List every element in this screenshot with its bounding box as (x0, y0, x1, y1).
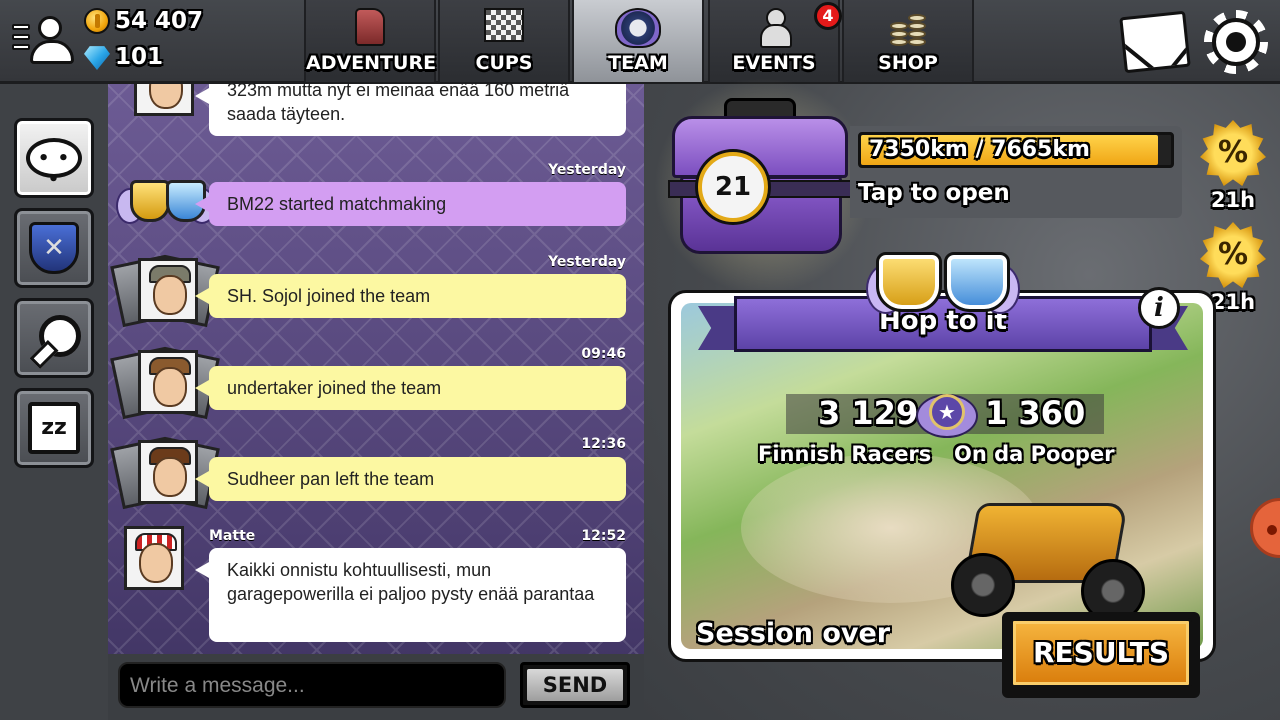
chest-progress-bar: 7350km / 7665km (858, 132, 1174, 168)
tab-label: EVENTS (732, 52, 816, 74)
coin-icon (84, 8, 110, 34)
tab-cups[interactable]: CUPS (438, 0, 570, 82)
boost-time: 21h (1210, 188, 1256, 212)
chat-message: undertaker joined the team (195, 366, 626, 410)
tab-shop[interactable]: SHOP (842, 0, 974, 82)
team-shield-icon (29, 222, 79, 274)
chat-bubble-icon (26, 138, 82, 190)
message-time: Yesterday (548, 162, 626, 178)
versus-medal-icon: ★ (916, 390, 978, 440)
checkered-flags-icon (484, 8, 524, 42)
team-chest[interactable]: 21 (638, 76, 888, 296)
sleep-zz-icon: zz (28, 402, 80, 454)
progress-text: 7350km / 7665km (869, 137, 1090, 162)
message-time: 12:36 (581, 436, 626, 452)
mail-icon[interactable] (1119, 10, 1191, 74)
message-time: 09:46 (581, 346, 626, 362)
search-button[interactable] (14, 298, 94, 378)
send-button[interactable]: SEND (520, 662, 630, 708)
message-text: Kaikki onnistu kohtuullisesti, mun garag… (227, 560, 595, 604)
top-bar: 54 407 101 ADVENTURE CUPS TEAM 4 EVENTS … (0, 0, 1280, 84)
coin-amount: 54 407 (115, 8, 204, 34)
chest-level: 21 (698, 152, 768, 222)
team-name-right: On da Pooper (954, 442, 1115, 466)
tap-to-open-label: Tap to open (858, 180, 1010, 206)
chat-message: SH. Sojol joined the team (195, 274, 626, 318)
session-status: Session over (696, 618, 891, 649)
tab-label: TEAM (608, 52, 668, 74)
profile-menu-icon[interactable] (8, 10, 78, 74)
team-emblem-icon (615, 8, 661, 48)
chat-message: Sudheer pan left the team (195, 457, 626, 501)
tab-team[interactable]: TEAM (572, 0, 704, 82)
sleep-button[interactable]: zz (14, 388, 94, 468)
percent-boost-icon: % (1200, 222, 1266, 288)
message-text: Sudheer pan left the team (227, 469, 435, 489)
team-score-right: 1 360 (985, 394, 1086, 432)
magnifier-icon (29, 313, 81, 363)
tab-events[interactable]: 4 EVENTS (708, 0, 842, 82)
chat-message: 323m mutta nyt ei meinaa enää 160 metriä… (195, 84, 626, 136)
tab-label: ADVENTURE (306, 52, 437, 74)
chat-button[interactable] (14, 118, 94, 198)
gear-icon[interactable] (1200, 8, 1274, 78)
tab-adventure[interactable]: ADVENTURE (304, 0, 436, 82)
percent-boost-icon: % (1200, 120, 1266, 186)
message-input[interactable]: Write a message... (118, 662, 506, 708)
results-button[interactable]: RESULTS (1002, 612, 1200, 698)
gem-amount: 101 (115, 44, 164, 70)
gem-icon (84, 46, 110, 70)
message-text: 323m mutta nyt ei meinaa enää 160 metriä… (227, 84, 570, 124)
info-button[interactable]: i (1138, 287, 1180, 329)
events-people-icon (760, 8, 792, 48)
coin-stacks-icon (886, 8, 930, 50)
fuel-canister-icon (355, 8, 385, 46)
send-label: SEND (527, 669, 623, 701)
notification-badge: 4 (814, 2, 842, 30)
chat-input-bar: Write a message... SEND (108, 654, 644, 720)
team-score-left: 3 129 (818, 394, 919, 432)
gem-counter: 101 (84, 44, 163, 70)
results-label: RESULTS (1010, 618, 1192, 688)
message-text: undertaker joined the team (227, 378, 442, 398)
team-name-left: Finnish Racers (758, 442, 932, 466)
team-info-button[interactable] (14, 208, 94, 288)
message-time: Yesterday (548, 254, 626, 270)
boost-timer[interactable]: % 21h (1198, 120, 1268, 212)
chest-progress-panel[interactable]: 7350km / 7665km Tap to open (850, 126, 1182, 218)
buggy-illustration (941, 483, 1161, 623)
coin-counter: 54 407 (84, 8, 203, 34)
chat-message: Kaikki onnistu kohtuullisesti, mun garag… (195, 548, 626, 642)
event-trophies-icon (866, 250, 1020, 320)
message-time: 12:52 (581, 528, 626, 544)
message-text: SH. Sojol joined the team (227, 286, 431, 306)
side-menu: zz (0, 84, 108, 720)
chat-panel[interactable]: 323m mutta nyt ei meinaa enää 160 metriä… (108, 84, 644, 720)
tab-label: CUPS (475, 52, 533, 74)
tab-label: SHOP (878, 52, 938, 74)
message-text: BM22 started matchmaking (227, 194, 447, 214)
chat-message: BM22 started matchmaking (195, 182, 626, 226)
